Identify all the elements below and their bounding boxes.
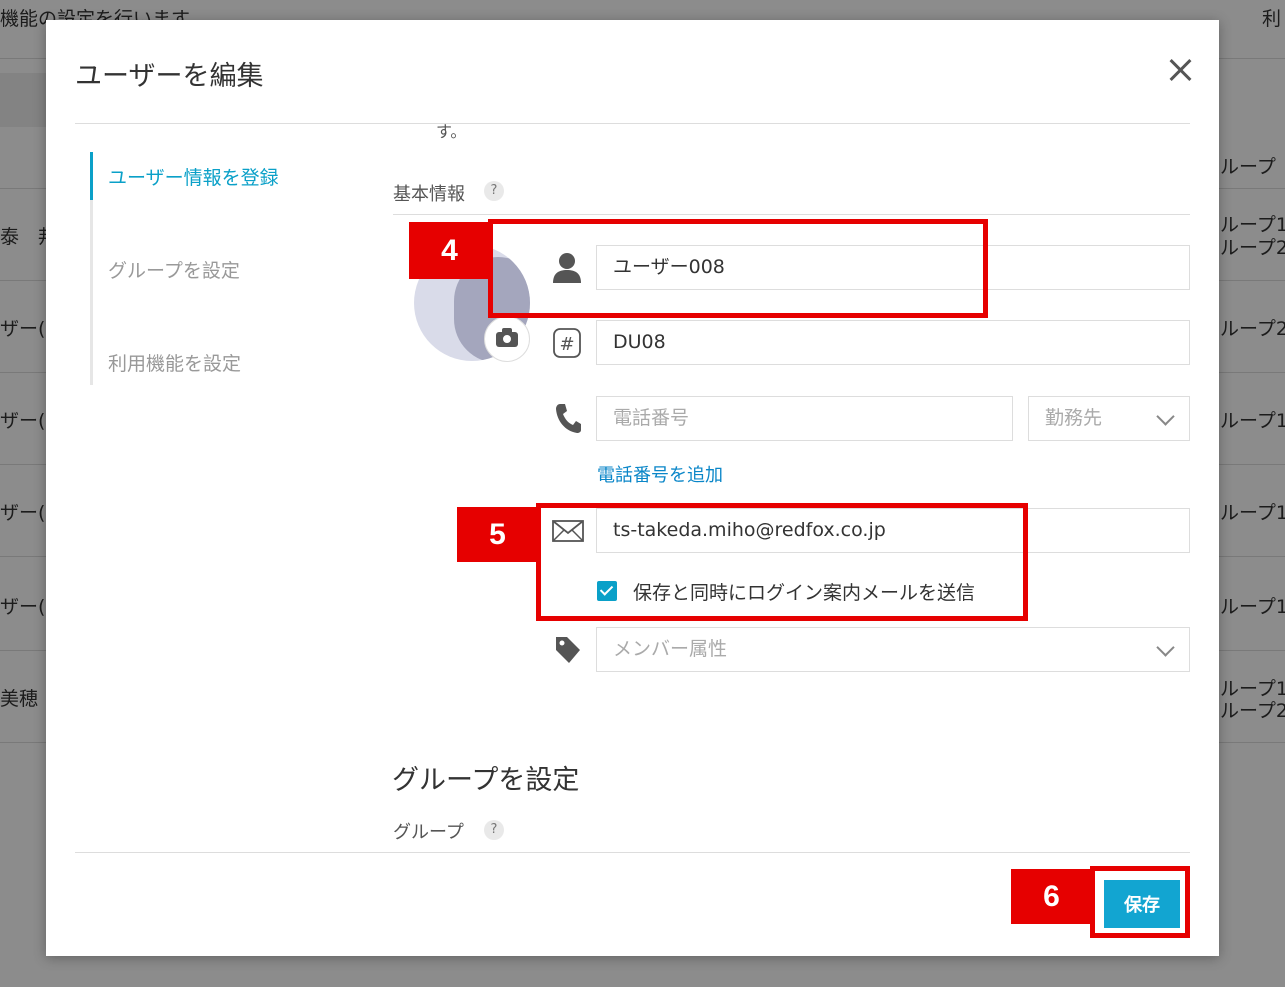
svg-text:#: #: [559, 334, 574, 355]
sidebar-item-group[interactable]: グループを設定: [108, 256, 240, 283]
section-divider: [393, 214, 1190, 215]
hash-icon: #: [553, 328, 581, 358]
annotation-tag-step5: 5: [457, 507, 538, 562]
sidebar-item-user-info[interactable]: ユーザー情報を登録: [108, 163, 279, 190]
edit-user-modal: ユーザーを編集 ユーザー情報を登録 グループを設定 利用機能を設定 す。 基本情…: [46, 20, 1219, 956]
footer-divider: [75, 852, 1190, 853]
phone-icon: [556, 404, 581, 433]
close-icon[interactable]: [1164, 54, 1196, 86]
annotation-box-step4: [488, 219, 988, 318]
phone-input[interactable]: 電話番号: [596, 396, 1013, 441]
help-icon[interactable]: ?: [484, 820, 504, 840]
annotation-tag-step4: 4: [409, 222, 490, 279]
camera-icon[interactable]: [484, 316, 530, 362]
scrolled-text-tail: す。: [436, 122, 467, 141]
user-code-input[interactable]: DU08: [596, 320, 1190, 365]
sidebar-active-indicator: [90, 152, 93, 200]
add-phone-link[interactable]: 電話番号を追加: [597, 461, 723, 487]
annotation-box-step6: [1090, 866, 1190, 938]
tag-icon: [556, 637, 580, 663]
basic-info-label: 基本情報: [393, 184, 465, 205]
help-icon[interactable]: ?: [484, 181, 504, 201]
modal-title: ユーザーを編集: [75, 61, 264, 92]
sidebar-item-features[interactable]: 利用機能を設定: [108, 349, 241, 376]
group-section-heading: グループを設定: [392, 765, 580, 796]
annotation-box-step5: [536, 503, 1028, 621]
annotation-tag-step6: 6: [1011, 869, 1092, 924]
header-divider: [75, 123, 1190, 124]
member-attribute-select[interactable]: メンバー属性: [596, 627, 1190, 672]
group-label: グループ: [393, 822, 464, 843]
